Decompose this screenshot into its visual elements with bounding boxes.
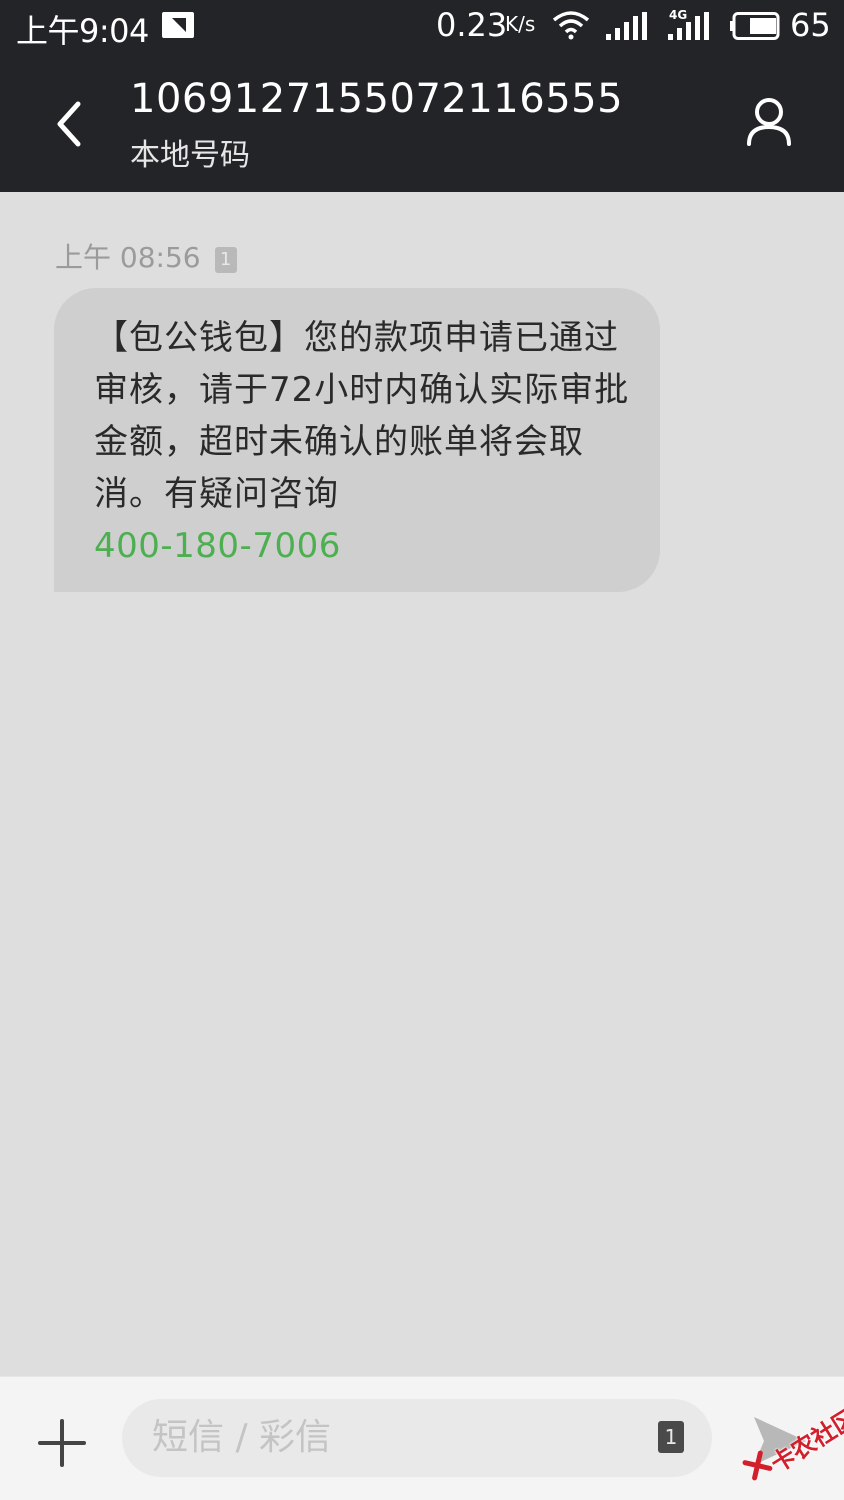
message-text: 【包公钱包】您的款项申请已通过审核，请于72小时内确认实际审批金额，超时未确认的… <box>94 318 630 514</box>
phone-number-link[interactable]: 400-180-7006 <box>94 520 630 572</box>
add-attachment-icon[interactable] <box>36 1417 88 1469</box>
contact-person-icon[interactable] <box>740 94 798 152</box>
message-time-text: 上午 08:56 <box>55 241 201 274</box>
message-composer: 1 <box>0 1376 844 1500</box>
message-notification-icon <box>162 12 194 38</box>
app-header: 上午9:04 0.23 K/s 4G 65 106912715507211655… <box>0 0 844 192</box>
network-type-label: 4G <box>669 8 688 22</box>
message-timestamp: 上午 08:56 1 <box>55 236 237 276</box>
contact-subtitle: 本地号码 <box>130 138 250 173</box>
network-speed-unit: K/s <box>505 12 536 36</box>
signal-strength-icon <box>606 12 647 40</box>
message-bubble[interactable]: 【包公钱包】您的款项申请已通过审核，请于72小时内确认实际审批金额，超时未确认的… <box>54 288 660 592</box>
contact-number: 1069127155072116555 <box>130 76 624 122</box>
wifi-icon <box>552 11 590 40</box>
battery-percent: 65 <box>790 6 831 44</box>
compose-sim-selector[interactable]: 1 <box>658 1421 684 1453</box>
conversation-view[interactable]: 上午 08:56 1 【包公钱包】您的款项申请已通过审核，请于72小时内确认实际审… <box>0 192 844 1376</box>
back-arrow-icon[interactable] <box>44 96 100 152</box>
battery-icon <box>730 12 780 40</box>
compose-box: 1 <box>122 1399 712 1477</box>
sim-slot-badge: 1 <box>214 247 237 273</box>
status-time: 上午9:04 <box>16 12 149 50</box>
network-speed: 0.23 <box>436 6 508 44</box>
message-input[interactable] <box>152 1415 632 1459</box>
status-bar: 上午9:04 0.23 K/s 4G 65 <box>0 0 844 54</box>
